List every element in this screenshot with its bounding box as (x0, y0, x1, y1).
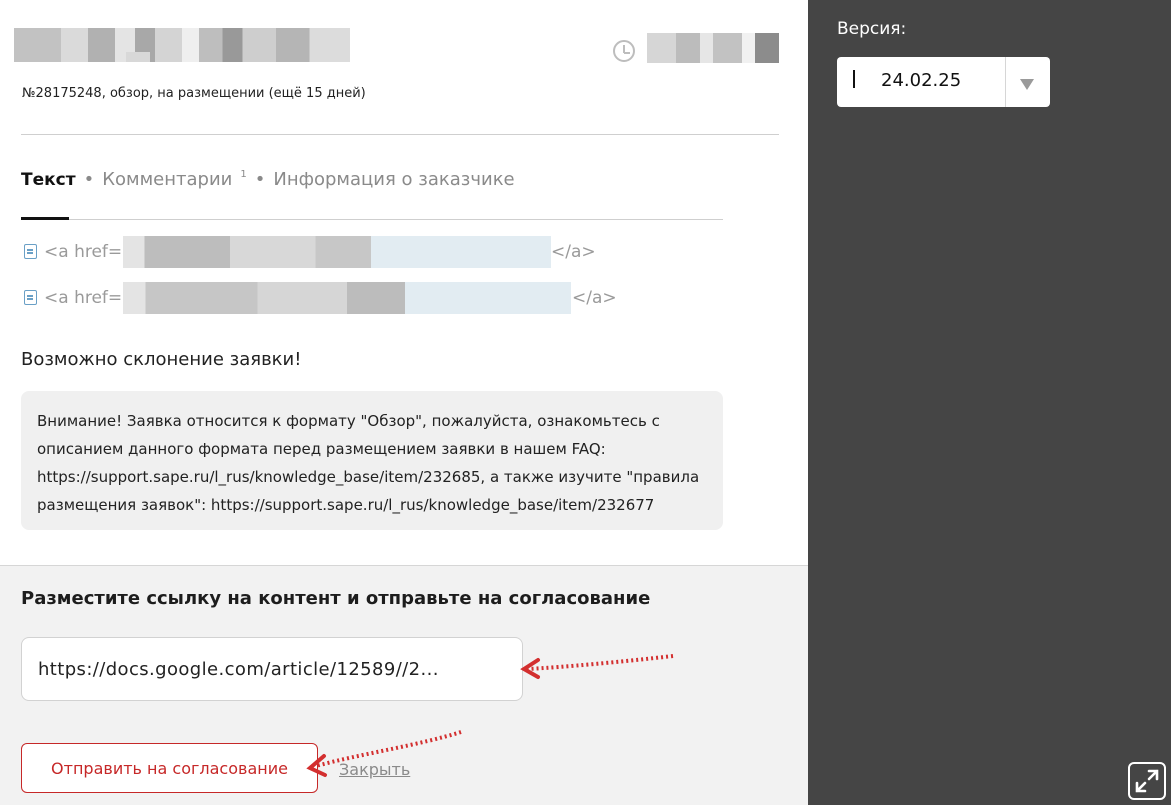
tab-separator: • (83, 169, 95, 190)
comments-count-badge: 1 (240, 169, 247, 180)
version-value: 24.02.25 (881, 70, 962, 91)
link-row: <a href=" (24, 242, 130, 262)
submit-title: Разместите ссылку на контент и отправьте… (21, 588, 651, 609)
link-url-redacted (123, 236, 551, 268)
text-cursor-icon (853, 70, 855, 88)
send-for-approval-button[interactable]: Отправить на согласование (21, 743, 318, 793)
warning-notice: Внимание! Заявка относится к формату "Об… (21, 391, 723, 530)
document-icon[interactable] (24, 244, 37, 259)
chevron-down-icon[interactable] (1020, 79, 1034, 90)
version-selected: 24.02.25 (853, 70, 961, 91)
document-icon[interactable] (24, 290, 37, 305)
tab-text[interactable]: Текст (21, 170, 76, 190)
task-panel: №28175248, обзор, на размещении (ещё 15 … (0, 0, 808, 805)
tab-active-indicator (21, 217, 69, 220)
link-row: <a href=" (24, 288, 130, 308)
divider (21, 134, 779, 135)
version-label: Версия: (837, 19, 907, 39)
tab-underline (21, 219, 723, 220)
tab-bar: Текст • Комментарии 1 • Информация о заказчик… (21, 169, 515, 190)
tab-customer-info[interactable]: Информация о заказчике (273, 169, 514, 190)
link-url-redacted (123, 282, 571, 314)
content-url-input[interactable] (21, 637, 523, 701)
tab-comments[interactable]: Комментарии (102, 169, 232, 190)
close-link[interactable]: Закрыть (339, 760, 410, 779)
link-suffix: </a> (551, 242, 596, 262)
select-divider (1005, 57, 1006, 107)
expand-button[interactable] (1128, 762, 1166, 800)
task-meta: №28175248, обзор, на размещении (ещё 15 … (22, 86, 366, 101)
version-select[interactable]: 24.02.25 (837, 57, 1050, 107)
clock-icon (613, 40, 635, 62)
link-prefix: <a href=" (44, 242, 130, 262)
task-title-redacted (14, 28, 350, 62)
tab-separator: • (254, 169, 266, 190)
warning-title: Возможно склонение заявки! (21, 349, 302, 370)
deadline-redacted (647, 33, 779, 63)
link-prefix: <a href=" (44, 288, 130, 308)
expand-icon (1135, 769, 1159, 793)
sidebar (808, 0, 1171, 805)
link-suffix: </a> (572, 288, 617, 308)
